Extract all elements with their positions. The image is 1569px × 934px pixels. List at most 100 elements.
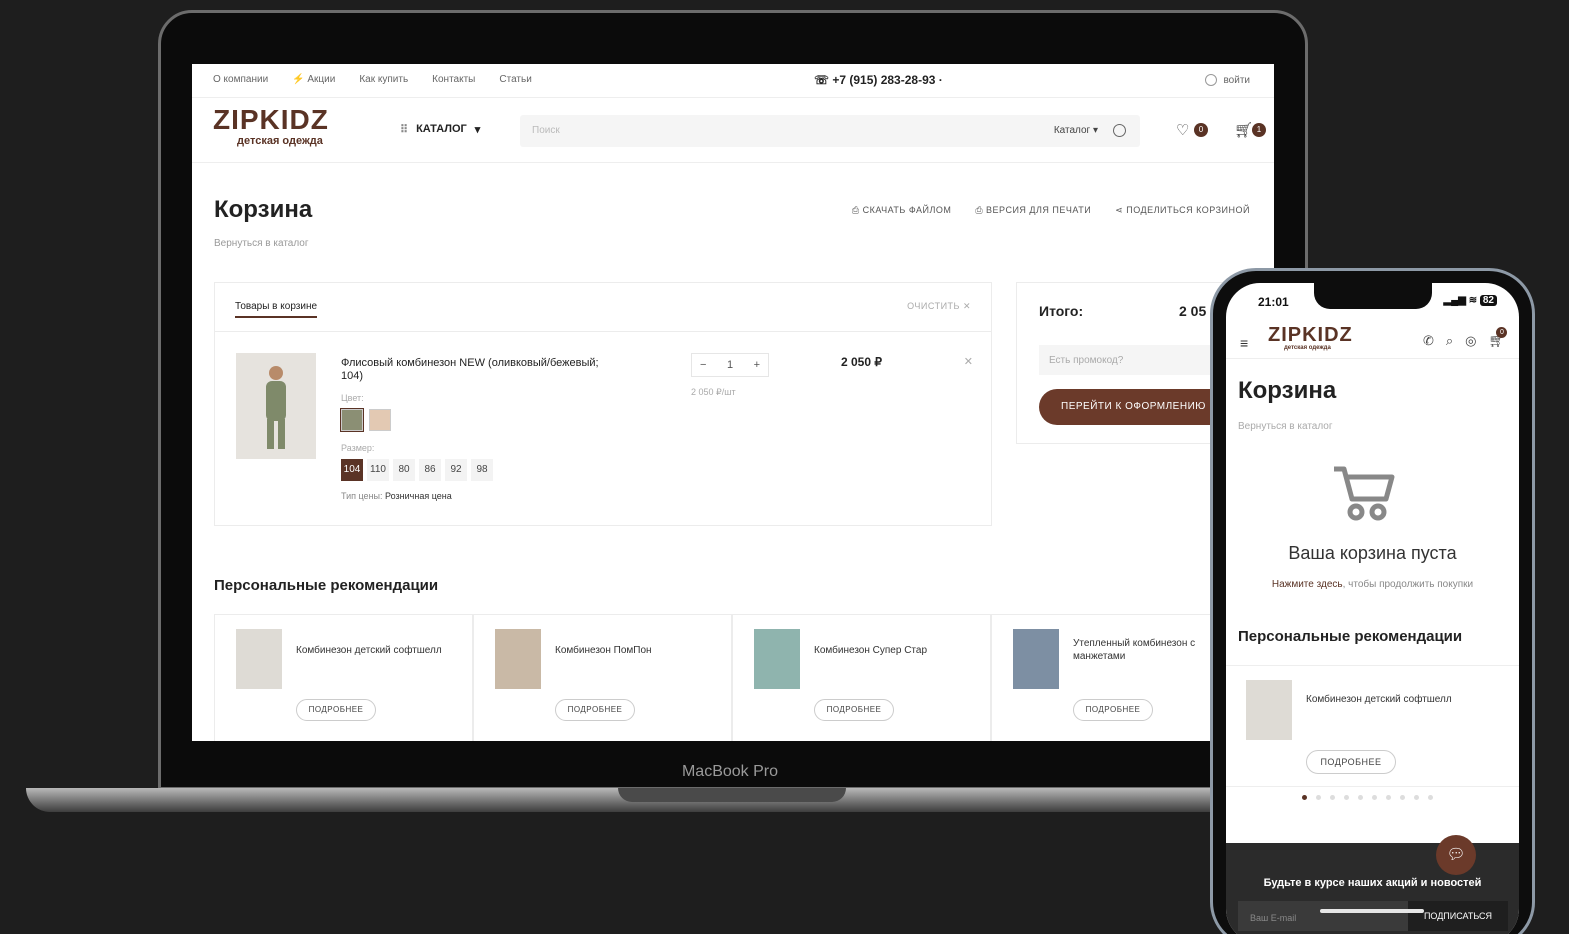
phone-logo[interactable]: ZIPKIDZ детская одежда xyxy=(1268,325,1353,351)
details-button[interactable]: ПОДРОБНЕЕ xyxy=(1073,699,1153,721)
back-to-catalog-link[interactable]: Вернуться в каталог xyxy=(214,238,309,249)
size-option[interactable]: 92 xyxy=(445,459,467,481)
user-icon[interactable]: ◎ xyxy=(1465,333,1476,349)
empty-cart-icon xyxy=(1334,466,1395,521)
header: ZIPKIDZ детская одежда ⠿ КАТАЛОГ ▾ Поиск… xyxy=(192,99,1274,163)
details-button[interactable]: ПОДРОБНЕЕ xyxy=(1306,750,1396,774)
color-label: Цвет: xyxy=(341,393,364,403)
size-option[interactable]: 80 xyxy=(393,459,415,481)
recommendation-card[interactable]: Комбинезон ПомПон ПОДРОБНЕЕ xyxy=(473,615,732,741)
recommendation-name[interactable]: Комбинезон детский софтшелл xyxy=(1306,694,1452,705)
details-button[interactable]: ПОДРОБНЕЕ xyxy=(555,699,635,721)
phone-back-link[interactable]: Вернуться в каталог xyxy=(1238,421,1333,432)
email-input[interactable]: Ваш E-mail xyxy=(1238,901,1408,931)
grid-icon: ⠿ xyxy=(400,124,409,136)
nav-link-company[interactable]: О компании xyxy=(213,74,268,85)
recommendations-title: Персональные рекомендации xyxy=(214,577,439,594)
subscribe-button[interactable]: ПОДПИСАТЬСЯ xyxy=(1408,901,1508,931)
remove-item-icon[interactable]: ✕ xyxy=(964,355,973,368)
top-bar: О компании ⚡ Акции Как купить Контакты С… xyxy=(192,64,1274,98)
download-file-button[interactable]: ⎙ СКАЧАТЬ ФАЙЛОМ xyxy=(852,205,951,216)
carousel-dot[interactable] xyxy=(1358,795,1363,800)
login-link[interactable]: войти xyxy=(1205,74,1250,86)
quantity-stepper[interactable]: − 1 + xyxy=(691,353,769,377)
recommendations-row: Комбинезон детский софтшелл ПОДРОБНЕЕ Ко… xyxy=(214,614,1274,741)
search-bar[interactable]: Поиск Каталог ▾ xyxy=(520,115,1140,147)
clear-cart-button[interactable]: ОЧИСТИТЬ ✕ xyxy=(907,301,971,312)
phone-page-title: Корзина xyxy=(1238,377,1337,404)
carousel-dot[interactable] xyxy=(1344,795,1349,800)
search-icon[interactable] xyxy=(1113,124,1126,137)
search-scope-select[interactable]: Каталог ▾ xyxy=(1054,125,1098,136)
chat-icon[interactable]: 💬︎ xyxy=(1436,835,1476,875)
recommendation-name[interactable]: Комбинезон детский софтшелл xyxy=(296,644,466,657)
cart-icon[interactable]: 🛒︎ 0 xyxy=(1488,327,1508,349)
header-phone[interactable]: ☏ +7 (915) 283-28-93 · xyxy=(814,73,943,87)
continue-shopping-text: , чтобы продолжить покупки xyxy=(1342,579,1474,590)
nav-link-how-to-buy[interactable]: Как купить xyxy=(359,74,408,85)
quantity-value[interactable]: 1 xyxy=(727,359,733,371)
carousel-dot[interactable] xyxy=(1330,795,1335,800)
page-title: Корзина xyxy=(214,196,313,223)
carousel-dot[interactable] xyxy=(1428,795,1433,800)
recommendation-card[interactable]: Комбинезон Супер Стар ПОДРОБНЕЕ xyxy=(732,615,991,741)
size-option[interactable]: 104 xyxy=(341,459,363,481)
printer-icon: ⎙ xyxy=(975,205,987,215)
logo-name: ZIPKIDZ xyxy=(213,104,329,135)
product-name[interactable]: Флисовый комбинезон NEW (оливковый/бежев… xyxy=(341,357,611,383)
size-option[interactable]: 110 xyxy=(367,459,389,481)
cart-tools: ⎙ СКАЧАТЬ ФАЙЛОМ ⎙ ВЕРСИЯ ДЛЯ ПЕЧАТИ ⋖ П… xyxy=(852,205,1250,216)
carousel-dot[interactable] xyxy=(1386,795,1391,800)
recommendation-name[interactable]: Комбинезон Супер Стар xyxy=(814,644,984,657)
logo-tagline: детская одежда xyxy=(237,135,323,147)
total-value: 2 05 xyxy=(1179,303,1207,319)
color-swatch-beige[interactable] xyxy=(369,409,391,431)
phone-recommendations-title: Персональные рекомендации xyxy=(1238,628,1463,645)
divider xyxy=(215,331,991,332)
size-option[interactable]: 86 xyxy=(419,459,441,481)
plus-icon[interactable]: + xyxy=(754,359,760,371)
file-icon: ⎙ xyxy=(851,205,863,215)
cart-icon: 🛒︎ xyxy=(1234,122,1254,139)
nav-link-promotions[interactable]: ⚡ Акции xyxy=(292,74,335,85)
cart-button[interactable]: 🛒︎ 1 xyxy=(1234,121,1266,139)
phone-screen: 21:01 ▂▄▆ ≋ 82 ≡ ZIPKIDZ детская одежда … xyxy=(1226,283,1519,934)
search-icon[interactable]: ⌕ xyxy=(1446,333,1453,349)
details-button[interactable]: ПОДРОБНЕЕ xyxy=(296,699,376,721)
menu-icon[interactable]: ≡ xyxy=(1240,335,1248,351)
tab-cart-items[interactable]: Товары в корзине xyxy=(235,301,318,318)
heart-icon: ♡ xyxy=(1176,122,1190,139)
phone-recommendation-card[interactable]: Комбинезон детский софтшелл ПОДРОБНЕЕ xyxy=(1226,665,1519,787)
product-thumbnail[interactable] xyxy=(754,629,800,689)
product-thumbnail[interactable] xyxy=(236,629,282,689)
catalog-button[interactable]: ⠿ КАТАЛОГ ▾ xyxy=(400,123,480,136)
phone-icon: ☏ xyxy=(814,73,833,87)
print-version-button[interactable]: ⎙ ВЕРСИЯ ДЛЯ ПЕЧАТИ xyxy=(975,205,1091,216)
share-cart-button[interactable]: ⋖ ПОДЕЛИТЬСЯ КОРЗИНОЙ xyxy=(1115,205,1250,216)
recommendation-name[interactable]: Комбинезон ПомПон xyxy=(555,644,725,657)
status-time: 21:01 xyxy=(1258,295,1289,309)
nav-link-contacts[interactable]: Контакты xyxy=(432,74,475,85)
recommendation-card[interactable]: Комбинезон детский софтшелл ПОДРОБНЕЕ xyxy=(214,615,473,741)
product-thumbnail[interactable] xyxy=(495,629,541,689)
carousel-dot[interactable] xyxy=(1302,795,1307,800)
minus-icon[interactable]: − xyxy=(700,359,706,371)
carousel-dot[interactable] xyxy=(1400,795,1405,800)
carousel-dot[interactable] xyxy=(1372,795,1377,800)
wishlist-button[interactable]: ♡ 0 xyxy=(1176,121,1208,139)
size-option[interactable]: 98 xyxy=(471,459,493,481)
logo[interactable]: ZIPKIDZ детская одежда xyxy=(213,104,329,148)
continue-shopping-link[interactable]: Нажмите здесь xyxy=(1272,579,1343,590)
color-swatch-olive[interactable] xyxy=(340,408,364,432)
continue-shopping-hint: Нажмите здесь, чтобы продолжить покупки xyxy=(1226,579,1519,590)
nav-link-articles[interactable]: Статьи xyxy=(499,74,531,85)
carousel-dot[interactable] xyxy=(1316,795,1321,800)
carousel-dot[interactable] xyxy=(1414,795,1419,800)
product-thumbnail[interactable] xyxy=(1013,629,1059,689)
status-icons: ▂▄▆ ≋ 82 xyxy=(1443,295,1497,306)
product-image[interactable] xyxy=(236,353,316,459)
product-thumbnail[interactable] xyxy=(1246,680,1292,740)
phone-icon[interactable]: ✆ xyxy=(1423,333,1434,349)
details-button[interactable]: ПОДРОБНЕЕ xyxy=(814,699,894,721)
battery-level: 82 xyxy=(1479,295,1497,306)
